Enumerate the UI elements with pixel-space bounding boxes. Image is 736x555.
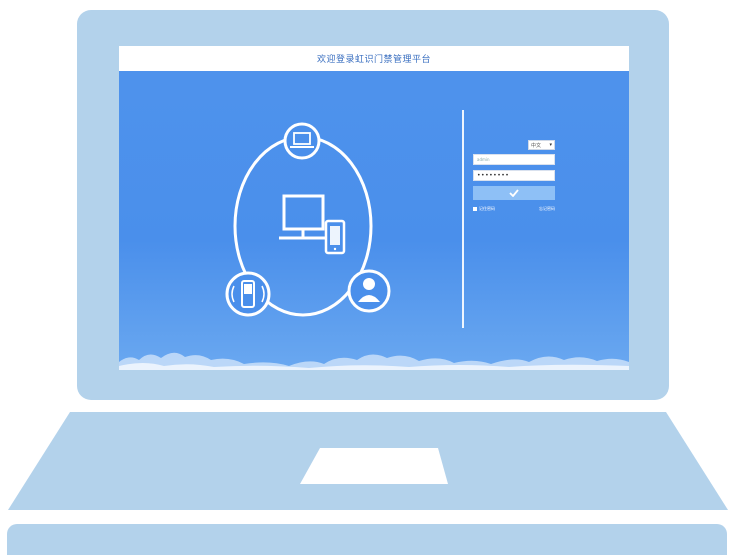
remember-checkbox[interactable]	[473, 207, 477, 211]
chevron-down-icon: ▾	[549, 142, 552, 148]
handheld-scanner-icon	[225, 271, 271, 317]
username-value: admin	[477, 157, 490, 162]
device-network-illustration	[225, 122, 391, 317]
login-button[interactable]	[473, 186, 555, 200]
touchpad	[300, 448, 448, 484]
laptop-foot	[7, 524, 727, 555]
laptop-base	[8, 412, 728, 510]
user-icon	[347, 269, 391, 313]
language-value: 中文	[531, 142, 542, 149]
password-field[interactable]: ••••••••	[473, 170, 555, 181]
check-icon	[509, 189, 519, 197]
app-screen: 欢迎登录虹识门禁管理平台 中文 ▾ admin •••••••• 记住密码 忘记…	[119, 46, 629, 370]
forgot-password-link[interactable]: 忘记密码	[539, 206, 555, 212]
title-bar: 欢迎登录虹识门禁管理平台	[119, 46, 629, 71]
smartphone-icon	[324, 219, 346, 255]
username-field[interactable]: admin	[473, 154, 555, 165]
remember-password[interactable]: 记住密码	[473, 206, 495, 212]
language-select[interactable]: 中文 ▾	[528, 140, 555, 150]
laptop-icon	[283, 122, 321, 160]
password-value: ••••••••	[477, 172, 510, 179]
vertical-divider	[462, 110, 464, 328]
remember-label: 记住密码	[479, 206, 495, 211]
page-title: 欢迎登录虹识门禁管理平台	[316, 55, 431, 65]
cloud-decoration	[119, 352, 629, 370]
